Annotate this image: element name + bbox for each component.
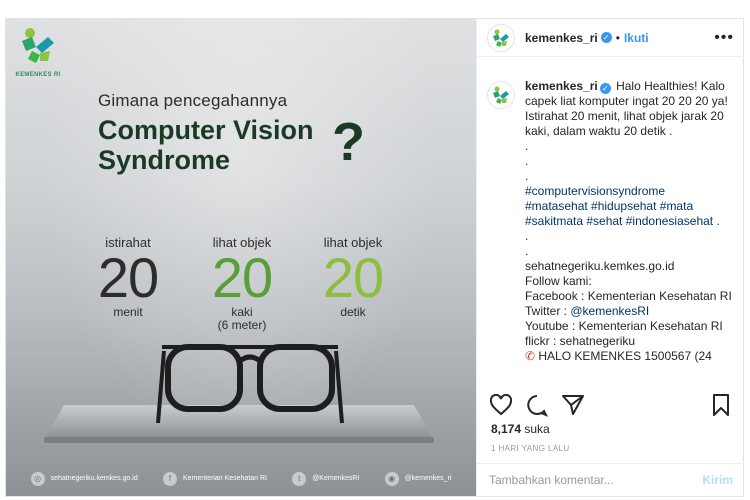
caption-text: kemenkes_ri ✓ Halo Healthies! Kalo capek … [525, 79, 735, 364]
headline-line-1: Computer Vision [98, 115, 314, 145]
post-side-panel: kemenkes_ri ✓ • Ikuti ••• kemenkes_ri ✓ … [476, 19, 745, 496]
footer-text: Kementerian Kesehatan RI [182, 475, 268, 482]
caption-website: sehatnegeriku.kemkes.go.id [525, 259, 675, 273]
more-options-icon[interactable]: ••• [714, 29, 734, 47]
footer-text: @kemenkes_ri [404, 475, 452, 482]
question-mark: ? [332, 112, 365, 172]
image-footer: ◎ sehatnegeriku.kemkes.go.id f Kementeri… [6, 461, 476, 496]
hashtag-line[interactable]: #matasehat #hidupsehat #mata [525, 199, 735, 214]
kemenkes-logo: KEMENKES RI [14, 25, 62, 81]
caption-dot: . [525, 139, 529, 153]
image-subtitle: Gimana pencegahannya [98, 91, 288, 110]
hashtag-line[interactable]: #sakitmata #sehat #indonesiasehat . [525, 214, 735, 229]
caption-dot: . [525, 154, 529, 168]
caption-dot: . [525, 229, 529, 243]
facebook-icon: f [162, 471, 177, 486]
caption-facebook: Facebook : Kementerian Kesehatan RI [525, 289, 732, 303]
avatar[interactable] [487, 23, 515, 52]
glasses-illustration [156, 344, 344, 424]
hashtag-line[interactable]: #computervisionsyndrome [525, 184, 735, 199]
kemenkes-avatar-icon [493, 29, 509, 47]
twitter-prefix: Twitter : [525, 304, 571, 318]
header-username[interactable]: kemenkes_ri [525, 31, 598, 45]
caption-twitter: Twitter : @kemenkesRI [525, 304, 735, 319]
caption-halo: ✆ HALO KEMENKES 1500567 (24 [525, 349, 735, 364]
caption-area: kemenkes_ri ✓ Halo Healthies! Kalo capek … [477, 79, 745, 379]
share-icon[interactable] [561, 393, 585, 417]
heart-icon[interactable] [489, 393, 513, 417]
caption-flickr: flickr : sehatnegeriku [525, 334, 636, 348]
twitter-icon: t [292, 471, 307, 486]
footer-website: ◎ sehatnegeriku.kemkes.go.id [30, 471, 138, 486]
stat-distance: lihat objek 20 kaki (6 meter) [200, 235, 284, 332]
caption-dot: . [525, 169, 529, 183]
twitter-mention-link[interactable]: @kemenkesRI [570, 304, 649, 318]
bookmark-icon[interactable] [709, 393, 733, 417]
logo-text: KEMENKES RI [15, 72, 61, 78]
likes-label: suka [524, 422, 550, 436]
phone-icon: ✆ [525, 349, 539, 363]
verified-badge-icon: ✓ [600, 32, 612, 43]
headline-line-2: Syndrome [98, 145, 231, 175]
footer-twitter: t @KemenkesRI [292, 471, 360, 486]
stat-number: 20 [322, 246, 384, 309]
kemenkes-logo-icon [22, 28, 54, 63]
caption-dot: . [525, 244, 529, 258]
globe-icon: ◎ [30, 471, 45, 486]
caption-follow-us: Follow kami: [525, 274, 592, 288]
verified-badge-icon: ✓ [599, 83, 611, 94]
footer-instagram: ◉ @kemenkes_ri [384, 471, 452, 486]
stat-unit-secondary: (6 meter) [217, 318, 267, 332]
follow-button[interactable]: Ikuti [624, 31, 649, 45]
action-bar [477, 391, 745, 419]
caption-row: kemenkes_ri ✓ Halo Healthies! Kalo capek … [487, 79, 735, 364]
footer-text: sehatnegeriku.kemkes.go.id [50, 475, 138, 482]
instagram-post-card: KEMENKES RI Gimana pencegahannya Compute… [5, 18, 745, 497]
instagram-icon: ◉ [384, 471, 399, 486]
comment-input[interactable] [489, 473, 703, 487]
post-comment-button[interactable]: Kirim [702, 473, 733, 487]
kemenkes-avatar-icon [493, 86, 509, 104]
post-header: kemenkes_ri ✓ • Ikuti ••• [477, 19, 744, 57]
comment-form: Kirim [477, 463, 745, 496]
stat-number: 20 [211, 246, 273, 309]
stat-duration: lihat objek 20 detik [311, 235, 395, 319]
post-image[interactable]: KEMENKES RI Gimana pencegahannya Compute… [6, 19, 476, 496]
header-separator: • [615, 30, 620, 45]
caption-avatar[interactable] [487, 81, 515, 109]
image-headline: Computer Vision Syndrome [98, 115, 314, 175]
stat-number: 20 [97, 246, 159, 309]
likes-count[interactable]: 8,174 suka [491, 422, 550, 436]
footer-facebook: f Kementerian Kesehatan RI [162, 471, 268, 486]
post-timestamp[interactable]: 1 HARI YANG LALU [491, 444, 570, 453]
comment-icon[interactable] [525, 393, 549, 417]
caption-youtube: Youtube : Kementerian Kesehatan RI [525, 319, 723, 333]
footer-text: @KemenkesRI [312, 475, 360, 482]
stat-rest: istirahat 20 menit [88, 235, 168, 319]
likes-number: 8,174 [491, 422, 522, 436]
halo-text: HALO KEMENKES 1500567 (24 [538, 349, 712, 363]
caption-username[interactable]: kemenkes_ri [525, 79, 598, 93]
